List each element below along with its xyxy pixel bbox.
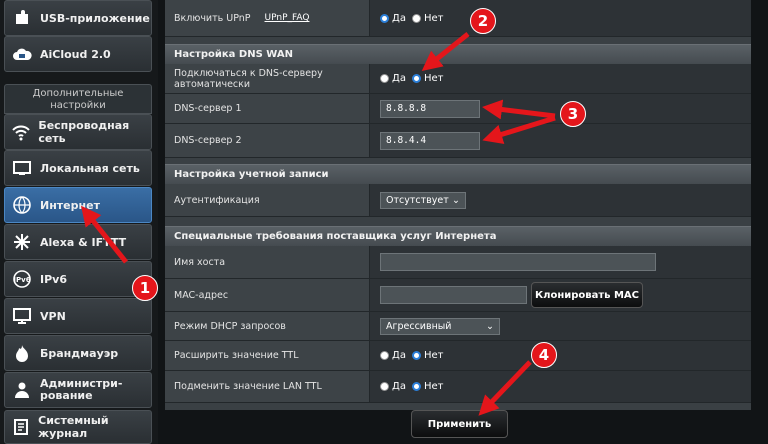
ttl-row: Расширить значение TTL Да Нет [165, 341, 751, 371]
mac-input[interactable] [380, 286, 527, 304]
sidebar-section-header: Дополнительные настройки [4, 84, 152, 114]
sidebar-item-firewall[interactable]: Брандмауэр [4, 335, 152, 371]
dns2-label: DNS-сервер 2 [165, 124, 370, 157]
sidebar-item-label: Alexa & IFTTT [40, 235, 127, 249]
annotation-badge-1: 1 [132, 275, 158, 301]
upnp-yes-radio[interactable]: Да [380, 13, 406, 24]
dns1-row: DNS-сервер 1 8.8.8.8 [165, 94, 751, 124]
vpn-icon [11, 306, 33, 326]
upnp-label: Включить UPnP [174, 12, 251, 24]
chevron-down-icon: ⌄ [452, 194, 460, 206]
hostname-label: Имя хоста [165, 246, 370, 278]
dns2-row: DNS-сервер 2 8.8.4.4 [165, 124, 751, 158]
sidebar-item-label: VPN [40, 309, 66, 323]
lan-ttl-label: Подменить значение LAN TTL [165, 371, 370, 402]
upnp-no-radio[interactable]: Нет [411, 13, 443, 24]
dhcp-label: Режим DHCP запросов [165, 312, 370, 340]
sidebar-item-label: Беспроводная сеть [38, 119, 130, 145]
firewall-icon [11, 343, 33, 363]
admin-icon [11, 380, 33, 400]
log-icon [11, 417, 31, 437]
dns-section-title: Настройка DNS WAN [165, 44, 751, 64]
sidebar-item-label: Брандмауэр [40, 346, 119, 360]
lan-ttl-no-radio[interactable]: Нет [411, 381, 443, 392]
sidebar-item-label: IPv6 [40, 272, 67, 286]
dns-auto-label: Подключаться к DNS-серверу автоматически [165, 64, 370, 93]
sidebar-item-label: AiCloud 2.0 [40, 47, 111, 61]
auth-label: Аутентификация [165, 184, 370, 216]
sidebar-item-usb-app[interactable]: USB-приложение [4, 0, 152, 36]
lan-ttl-yes-radio[interactable]: Да [380, 381, 406, 392]
dns-auto-no-radio[interactable]: Нет [411, 73, 443, 84]
sidebar-item-label: Администри-рование [40, 377, 123, 402]
annotation-badge-2: 2 [470, 8, 496, 34]
usb-puzzle-icon [11, 8, 33, 28]
sidebar: USB-приложение AiCloud 2.0 Дополнительны… [0, 0, 158, 444]
sidebar-item-internet[interactable]: Интернет [4, 187, 152, 223]
ttl-no-radio[interactable]: Нет [411, 350, 443, 361]
mac-label: MAC-адрес [165, 279, 370, 311]
sidebar-item-lan[interactable]: Локальная сеть [4, 150, 152, 186]
home-icon [11, 158, 33, 178]
hostname-row: Имя хоста [165, 246, 751, 279]
dhcp-select[interactable]: Агрессивный ⌄ [380, 317, 500, 335]
svg-text:IPv6: IPv6 [13, 276, 30, 284]
sidebar-item-ipv6[interactable]: IPv6 IPv6 [4, 261, 152, 297]
sidebar-item-vpn[interactable]: VPN [4, 298, 152, 334]
sidebar-item-label: USB-приложение [40, 11, 150, 25]
dns-auto-row: Подключаться к DNS-серверу автоматически… [165, 64, 751, 94]
sidebar-item-syslog[interactable]: Системный журнал [4, 410, 152, 444]
ttl-label: Расширить значение TTL [165, 341, 370, 370]
annotation-badge-3: 3 [560, 101, 586, 127]
chevron-down-icon: ⌄ [486, 320, 494, 332]
sidebar-item-label: Интернет [40, 198, 100, 212]
settings-panel: Включить UPnP UPnP_FAQ Да Нет Настройка … [165, 0, 751, 410]
sidebar-item-admin[interactable]: Администри-рование [4, 372, 152, 408]
dns-auto-yes-radio[interactable]: Да [380, 73, 406, 84]
sidebar-item-alexa[interactable]: Alexa & IFTTT [4, 224, 152, 260]
lan-ttl-row: Подменить значение LAN TTL Да Нет [165, 371, 751, 403]
sidebar-item-label: Локальная сеть [40, 161, 140, 175]
alexa-icon [11, 232, 33, 252]
upnp-faq-link[interactable]: UPnP_FAQ [265, 13, 310, 23]
ipv6-icon: IPv6 [11, 269, 33, 289]
sidebar-item-aicloud[interactable]: AiCloud 2.0 [4, 36, 152, 72]
ttl-yes-radio[interactable]: Да [380, 350, 406, 361]
wifi-icon [11, 122, 31, 142]
apply-button[interactable]: Применить [411, 410, 508, 438]
hostname-input[interactable] [380, 253, 656, 271]
dns1-input[interactable]: 8.8.8.8 [380, 99, 480, 118]
dns1-label: DNS-сервер 1 [165, 94, 370, 123]
account-section-title: Настройка учетной записи [165, 164, 751, 184]
auth-row: Аутентификация Отсутствует ⌄ [165, 184, 751, 217]
clone-mac-button[interactable]: Клонировать MAC [531, 282, 643, 308]
cloud-icon [11, 44, 33, 64]
mac-row: MAC-адрес Клонировать MAC [165, 279, 751, 312]
upnp-row: Включить UPnP UPnP_FAQ Да Нет [165, 0, 751, 37]
isp-section-title: Специальные требования поставщика услуг … [165, 226, 751, 246]
sidebar-item-wireless[interactable]: Беспроводная сеть [4, 114, 152, 150]
globe-icon [11, 195, 33, 215]
dhcp-row: Режим DHCP запросов Агрессивный ⌄ [165, 312, 751, 341]
auth-select[interactable]: Отсутствует ⌄ [380, 191, 466, 209]
sidebar-item-label: Системный журнал [38, 414, 109, 440]
annotation-badge-4: 4 [531, 342, 557, 368]
dns2-input[interactable]: 8.8.4.4 [380, 131, 480, 150]
